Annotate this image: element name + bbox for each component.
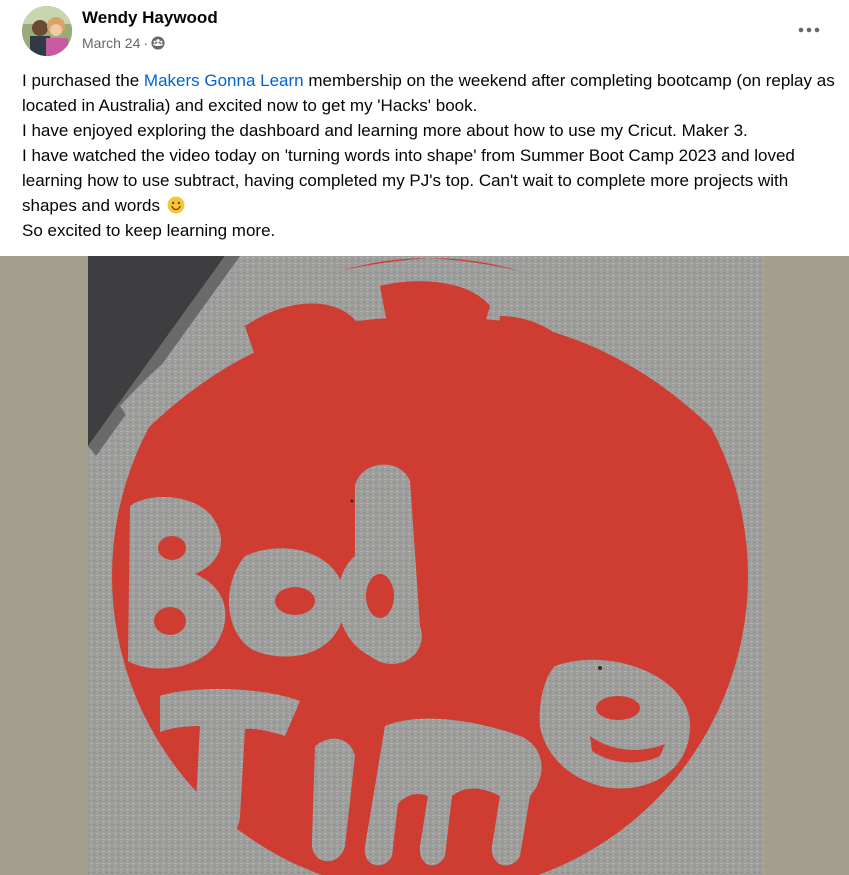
post-date[interactable]: March 24 xyxy=(82,35,140,51)
post-paragraph-4: So excited to keep learning more. xyxy=(22,221,276,240)
post-paragraph-2: I have enjoyed exploring the dashboard a… xyxy=(22,121,748,140)
more-options-icon xyxy=(798,27,820,33)
makers-gonna-learn-link[interactable]: Makers Gonna Learn xyxy=(144,71,304,90)
more-options-button[interactable] xyxy=(793,14,825,46)
post-photo[interactable] xyxy=(0,256,849,875)
post-meta: March 24 · xyxy=(82,35,165,51)
post-paragraph-3: I have watched the video today on 'turni… xyxy=(22,143,837,218)
avatar-image xyxy=(22,6,72,56)
post-card: Wendy Haywood March 24 · I purchased the… xyxy=(0,0,849,875)
meta-separator: · xyxy=(143,35,149,51)
group-icon[interactable] xyxy=(151,36,165,50)
paragraph-text: I purchased the xyxy=(22,71,144,90)
photo-image xyxy=(0,256,849,875)
paragraph-text: I have watched the video today on 'turni… xyxy=(22,146,795,215)
author-avatar[interactable] xyxy=(22,6,72,56)
author-name[interactable]: Wendy Haywood xyxy=(82,8,218,28)
post-header: Wendy Haywood March 24 · xyxy=(0,0,849,64)
post-paragraph-1: I purchased the Makers Gonna Learn membe… xyxy=(22,68,837,118)
smiling-face-emoji-icon xyxy=(167,196,185,214)
post-body: I purchased the Makers Gonna Learn membe… xyxy=(22,68,837,243)
